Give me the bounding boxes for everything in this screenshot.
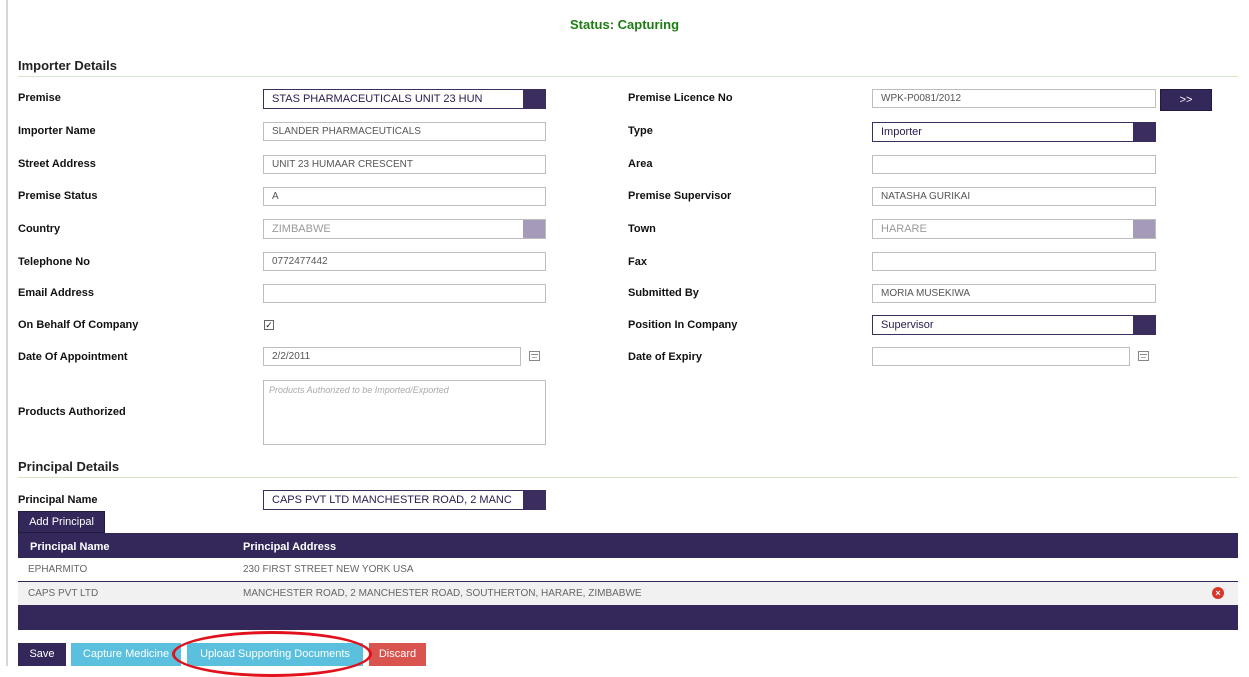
on-behalf-checkbox[interactable]: ✓ [264, 320, 274, 330]
country-value: ZIMBABWE [272, 223, 331, 235]
date-appointment-input[interactable]: 2/2/2011 [263, 347, 521, 366]
type-dropdown-arrow-icon[interactable] [1133, 123, 1155, 141]
position-select[interactable]: Supervisor [872, 315, 1156, 335]
table-header-principal-name: Principal Name [30, 541, 110, 553]
email-label: Email Address [18, 287, 95, 299]
left-border [6, 0, 8, 666]
premise-licence-label: Premise Licence No [628, 92, 733, 104]
town-dropdown-arrow-icon[interactable] [1133, 220, 1155, 238]
premise-supervisor-input[interactable]: NATASHA GURIKAI [872, 187, 1156, 206]
table-cell-name: EPHARMITO [28, 564, 88, 575]
area-label: Area [628, 158, 653, 170]
submitted-by-label: Submitted By [628, 287, 699, 299]
date-expiry-calendar-icon[interactable] [1138, 351, 1149, 361]
importer-details-rule [18, 76, 1238, 77]
type-select[interactable]: Importer [872, 122, 1156, 142]
town-value: HARARE [881, 223, 927, 235]
country-select[interactable]: ZIMBABWE [263, 219, 546, 239]
date-expiry-label: Date of Expiry [628, 351, 702, 363]
street-address-input[interactable]: UNIT 23 HUMAAR CRESCENT [263, 155, 546, 174]
street-address-label: Street Address [18, 158, 96, 170]
position-dropdown-arrow-icon[interactable] [1133, 316, 1155, 334]
position-value: Supervisor [881, 319, 934, 331]
table-row[interactable]: EPHARMITO 230 FIRST STREET NEW YORK USA [18, 558, 1238, 581]
fax-label: Fax [628, 256, 647, 268]
telephone-input[interactable]: 0772477442 [263, 252, 546, 271]
table-cell-address: MANCHESTER ROAD, 2 MANCHESTER ROAD, SOUT… [243, 588, 642, 599]
country-label: Country [18, 223, 61, 235]
table-cell-address: 230 FIRST STREET NEW YORK USA [243, 564, 414, 575]
town-select[interactable]: HARARE [872, 219, 1156, 239]
premise-status-input[interactable]: A [263, 187, 546, 206]
importer-name-input[interactable]: SLANDER PHARMACEUTICALS [263, 122, 546, 141]
position-label: Position In Company [628, 319, 738, 331]
importer-details-title: Importer Details [18, 58, 117, 73]
premise-value: STAS PHARMACEUTICALS UNIT 23 HUN [272, 93, 483, 105]
date-appointment-label: Date Of Appointment [18, 351, 128, 363]
date-appointment-calendar-icon[interactable] [529, 351, 540, 361]
on-behalf-label: On Behalf Of Company [18, 319, 139, 331]
capture-medicine-button[interactable]: Capture Medicine [71, 643, 181, 666]
principal-name-dropdown-arrow-icon[interactable] [523, 491, 545, 509]
premise-select[interactable]: STAS PHARMACEUTICALS UNIT 23 HUN [263, 89, 546, 109]
submitted-by-input[interactable]: MORIA MUSEKIWA [872, 284, 1156, 303]
table-cell-name: CAPS PVT LTD [28, 588, 99, 599]
principal-name-value: CAPS PVT LTD MANCHESTER ROAD, 2 MANC [272, 494, 512, 506]
type-value: Importer [881, 126, 922, 138]
principal-name-label: Principal Name [18, 494, 98, 506]
annotation-circle [172, 631, 372, 677]
principal-table: Principal Name Principal Address EPHARMI… [18, 533, 1238, 630]
email-input[interactable] [263, 284, 546, 303]
premise-supervisor-label: Premise Supervisor [628, 190, 732, 202]
date-expiry-input[interactable] [872, 347, 1130, 366]
principal-details-rule [18, 477, 1238, 478]
products-authorized-textarea[interactable]: Products Authorized to be Imported/Expor… [263, 380, 546, 445]
save-button[interactable]: Save [18, 643, 66, 666]
area-input[interactable] [872, 155, 1156, 174]
add-principal-button[interactable]: Add Principal [18, 511, 105, 533]
premise-licence-lookup-button[interactable]: >> [1160, 89, 1212, 111]
country-dropdown-arrow-icon[interactable] [523, 220, 545, 238]
telephone-label: Telephone No [18, 256, 90, 268]
premise-licence-input[interactable]: WPK-P0081/2012 [872, 89, 1156, 108]
type-label: Type [628, 125, 653, 137]
importer-name-label: Importer Name [18, 125, 96, 137]
table-row[interactable]: CAPS PVT LTD MANCHESTER ROAD, 2 MANCHEST… [18, 582, 1238, 605]
principal-details-title: Principal Details [18, 459, 120, 474]
table-header-principal-address: Principal Address [243, 541, 337, 553]
products-authorized-label: Products Authorized [18, 406, 126, 418]
premise-dropdown-arrow-icon[interactable] [523, 90, 545, 108]
premise-label: Premise [18, 92, 61, 104]
status-text: Status: Capturing [569, 17, 680, 32]
delete-row-icon[interactable]: × [1212, 587, 1224, 599]
principal-name-select[interactable]: CAPS PVT LTD MANCHESTER ROAD, 2 MANC [263, 490, 546, 510]
fax-input[interactable] [872, 252, 1156, 271]
premise-status-label: Premise Status [18, 190, 98, 202]
discard-button[interactable]: Discard [369, 643, 426, 666]
town-label: Town [628, 223, 656, 235]
